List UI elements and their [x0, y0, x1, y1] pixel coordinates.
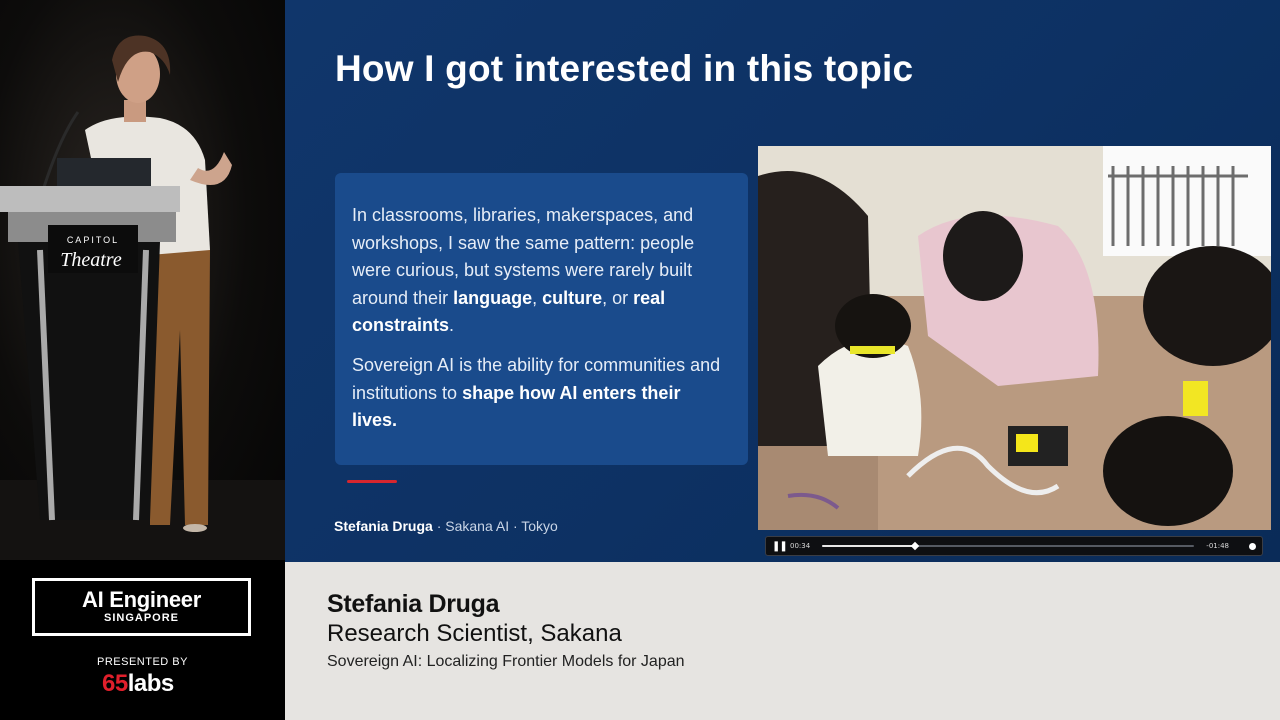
podium-top: [0, 186, 180, 212]
speaker-role: Research Scientist, Sakana: [327, 620, 622, 647]
presentation-slide: How I got interested in this topic In cl…: [285, 0, 1280, 562]
seek-progress: [822, 545, 916, 547]
speaker-shoe: [183, 524, 207, 532]
speaker-name: Stefania Druga: [327, 590, 500, 618]
seek-bar[interactable]: [822, 541, 1195, 551]
event-title: AI Engineer: [82, 587, 201, 612]
slide-title: How I got interested in this topic: [335, 48, 914, 89]
volume-knob-icon[interactable]: [1249, 542, 1256, 550]
elapsed-time: 00:34: [790, 542, 811, 550]
person-front: [1103, 416, 1233, 526]
seek-thumb[interactable]: [910, 541, 920, 551]
event-location: SINGAPORE: [103, 612, 179, 624]
event-logo: AI Engineer SINGAPORE: [32, 578, 251, 636]
speaker-camera-view: CAPITOL Theatre: [0, 0, 285, 560]
video-frame: [758, 146, 1271, 530]
accent-divider: [347, 480, 397, 483]
callout-paragraph-1: In classrooms, libraries, makerspaces, a…: [352, 205, 695, 336]
podium-brand-top: CAPITOL: [67, 235, 119, 245]
remaining-time: -01:48: [1206, 542, 1229, 550]
speaker-scene: CAPITOL Theatre: [0, 35, 285, 560]
pause-icon[interactable]: ❚❚: [772, 541, 788, 552]
event-branding: AI Engineer SINGAPORE PRESENTED BY 65lab…: [0, 560, 285, 720]
presented-by-label: PRESENTED BY: [97, 656, 188, 668]
slide-footer: Stefania Druga · Sakana AI · Tokyo: [334, 518, 558, 534]
slide-callout-box: In classrooms, libraries, makerspaces, a…: [335, 173, 748, 465]
podium-brand-script: Theatre: [60, 249, 122, 271]
sponsor-logo: 65labs: [102, 670, 174, 697]
talk-title: Sovereign AI: Localizing Frontier Models…: [327, 653, 685, 670]
embedded-video[interactable]: [758, 146, 1271, 530]
lower-third: Stefania Druga Research Scientist, Sakan…: [285, 562, 1280, 720]
video-controls: ❚❚ 00:34 -01:48: [765, 536, 1263, 556]
laptop: [57, 158, 151, 188]
callout-paragraph-2: Sovereign AI is the ability for communit…: [352, 354, 721, 431]
